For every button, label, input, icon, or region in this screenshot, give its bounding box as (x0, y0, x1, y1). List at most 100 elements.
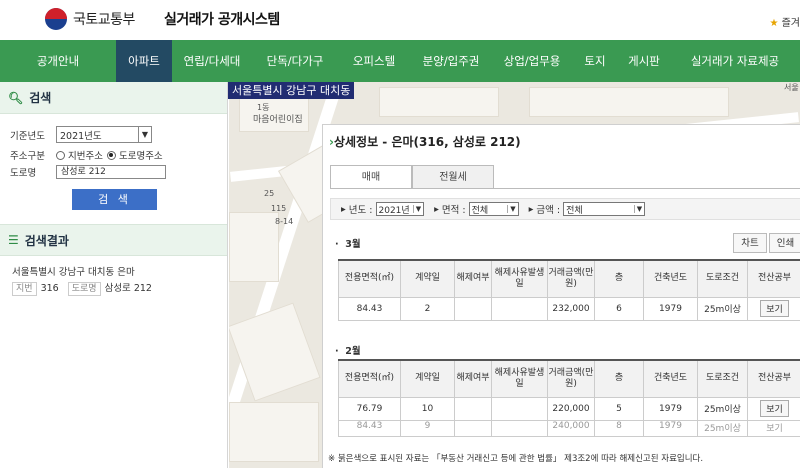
cell-contract-day: 2 (401, 297, 455, 320)
favorites-label: 즐겨 (782, 18, 800, 29)
road-name-input[interactable]: 삼성로 212 (56, 165, 166, 179)
bullet-icon: ▸ (341, 204, 349, 215)
site-title[interactable]: 실거래가 공개시스템 (164, 9, 280, 29)
col-built-year: 건축년도 (644, 360, 698, 397)
nav-item-presale[interactable]: 분양/입주권 (410, 40, 492, 82)
month-label: 3월 (345, 239, 360, 250)
lot-value: 316 (41, 283, 59, 294)
cell-area: 76.79 (339, 397, 401, 420)
col-cancel-date: 해제사유발생일 (492, 260, 548, 297)
area-filter-label: 면적 : (442, 202, 466, 216)
map-address-banner: 서울특별시 강남구 대치동 (228, 82, 354, 99)
nav-item-data-download[interactable]: 실거래가 자료제공 (670, 40, 800, 82)
price-filter-select[interactable]: 전체▼ (563, 202, 645, 216)
cell-floor: 6 (595, 297, 644, 320)
cell-register[interactable]: 보기 (748, 420, 800, 436)
result-item[interactable]: 서울특별시 강남구 대치동 은마 지번316 도로명삼성로 212 (12, 265, 152, 297)
cell-area: 84.43 (339, 420, 401, 436)
month-label: 2월 (345, 346, 360, 357)
footnote: ※ 붉은색으로 표시된 자료는 「부동산 거래신고 등에 관한 법률」 제3조2… (328, 452, 703, 464)
chevron-down-icon: ▼ (507, 205, 517, 213)
address-type-row: 주소구분 지번주소 도로명주소 (10, 148, 163, 162)
table-row: 84.43 9 240,000 8 1979 25m이상 보기 (339, 420, 800, 436)
map-label-seoul: 서울 (784, 82, 799, 93)
radio-road-address[interactable] (107, 151, 116, 160)
road-value: 삼성로 212 (105, 283, 152, 294)
tab-rent[interactable]: 전월세 (412, 165, 494, 189)
radio-lot-address-label: 지번주소 (68, 148, 103, 162)
view-button[interactable]: 보기 (760, 300, 789, 317)
site-header: 국토교통부 실거래가 공개시스템 ★ 즐겨 (0, 0, 800, 40)
map-label-25: 25 (264, 189, 274, 198)
area-filter-select[interactable]: 전체 ▼ (469, 202, 519, 216)
favorites-link[interactable]: ★ 즐겨 (769, 14, 800, 29)
year-filter-label: 년도 : (349, 202, 373, 216)
col-area: 전용면적(㎡) (339, 260, 401, 297)
ministry-logo[interactable]: 국토교통부 (45, 8, 135, 30)
nav-item-villa[interactable]: 연립/다세대 (172, 40, 252, 82)
list-icon: ☰ (8, 233, 19, 247)
search-button[interactable]: 검 색 (72, 189, 157, 210)
month-heading: · 3월 (335, 236, 361, 250)
area-filter-value: 전체 (472, 203, 489, 216)
cell-built-year: 1979 (644, 297, 698, 320)
main-nav: 공개안내 아파트 연립/다세대 단독/다가구 오피스텔 분양/입주권 상업/업무… (0, 40, 800, 82)
cell-area: 84.43 (339, 297, 401, 320)
results-panel-title: 검색결과 (25, 232, 69, 249)
detail-title-text: 상세정보 - 은마(316, 삼성로 212) (334, 135, 521, 149)
col-register: 전산공부 (748, 260, 800, 297)
year-select[interactable]: 2021년도 ▼ (56, 126, 152, 143)
nav-item-officetel[interactable]: 오피스텔 (338, 40, 410, 82)
table-row: 76.79 10 220,000 5 1979 25m이상 보기 (339, 397, 800, 420)
detail-tabs: 매매 전월세 (330, 165, 494, 189)
year-filter-select[interactable]: 2021년▼ (376, 202, 425, 216)
price-filter-value: 전체 (566, 203, 583, 216)
map-block (529, 87, 729, 117)
price-filter: ▸ 금액 : 전체▼ (529, 202, 646, 216)
map-block (229, 212, 279, 282)
chart-button[interactable]: 차트 (733, 233, 767, 253)
year-filter-value: 2021년 (379, 203, 410, 216)
table-header-row: 전용면적(㎡) 계약일 해제여부 해제사유발생일 거래금액(만원) 층 건축년도… (339, 360, 800, 397)
ministry-name: 국토교통부 (73, 9, 135, 29)
col-floor: 층 (595, 360, 644, 397)
nav-item-guide[interactable]: 공개안내 (0, 40, 116, 82)
print-button[interactable]: 인쇄 (769, 233, 800, 253)
cell-price: 232,000 (548, 297, 595, 320)
cell-cancel-date (492, 297, 548, 320)
nav-item-apartment[interactable]: 아파트 (116, 40, 172, 82)
cell-register: 보기 (748, 397, 800, 420)
radio-lot-address[interactable] (56, 151, 65, 160)
map-block (229, 402, 319, 462)
taegeuk-logo-icon (45, 8, 67, 30)
col-cancelled: 해제여부 (455, 360, 492, 397)
nav-item-board[interactable]: 게시판 (618, 40, 670, 82)
nav-item-house[interactable]: 단독/다가구 (252, 40, 338, 82)
deal-table-february: 전용면적(㎡) 계약일 해제여부 해제사유발생일 거래금액(만원) 층 건축년도… (338, 359, 800, 437)
cell-contract-day: 9 (401, 420, 455, 436)
results-panel-header: ☰ 검색결과 (0, 224, 227, 256)
cell-register: 보기 (748, 297, 800, 320)
road-row: 도로명 삼성로 212 (10, 165, 166, 179)
col-price: 거래금액(만원) (548, 260, 595, 297)
cell-built-year: 1979 (644, 397, 698, 420)
nav-item-commercial[interactable]: 상업/업무용 (492, 40, 572, 82)
year-filter: ▸ 년도 : 2021년▼ (341, 202, 424, 216)
view-button[interactable]: 보기 (760, 400, 789, 417)
nav-item-land[interactable]: 토지 (572, 40, 618, 82)
chevron-down-icon: ▼ (413, 205, 423, 213)
bullet-icon: ▸ (434, 204, 442, 215)
tab-sale[interactable]: 매매 (330, 165, 412, 189)
cell-cancelled (455, 397, 492, 420)
cell-road: 25m이상 (698, 420, 748, 436)
bullet-icon: ▸ (529, 204, 537, 215)
col-register: 전산공부 (748, 360, 800, 397)
month-heading: · 2월 (335, 343, 361, 357)
map-label-daycare: 마음어린이집 (253, 112, 303, 125)
lot-tag: 지번 (12, 282, 37, 296)
col-cancel-date: 해제사유발생일 (492, 360, 548, 397)
cell-cancelled (455, 420, 492, 436)
detail-popup: ›상세정보 - 은마(316, 삼성로 212) 매매 전월세 ▸ 년도 : 2… (322, 124, 800, 468)
col-road: 도로조건 (698, 260, 748, 297)
result-address: 서울특별시 강남구 대치동 은마 (12, 265, 152, 281)
